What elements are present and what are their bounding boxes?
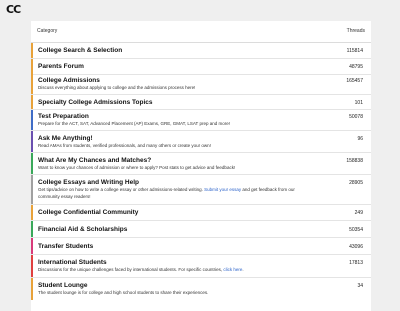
description-text-after: . xyxy=(242,267,244,272)
thread-count: 50354 xyxy=(349,227,363,233)
category-description: Discussions for the unique challenges fa… xyxy=(38,267,338,274)
category-title[interactable]: Financial Aid & Scholarships xyxy=(38,226,127,233)
category-color-bar xyxy=(31,74,33,94)
description-text: Discussions for the unique challenges fa… xyxy=(38,267,223,272)
category-row[interactable]: College Search & Selection 115814 xyxy=(31,43,371,59)
category-row[interactable]: Transfer Students 43096 xyxy=(31,238,371,255)
thread-count: 165457 xyxy=(346,78,363,84)
category-description: Get tips/advice on how to write a colleg… xyxy=(38,187,308,200)
category-title[interactable]: Parents Forum xyxy=(38,63,84,70)
category-title[interactable]: College Essays and Writing Help xyxy=(38,179,139,186)
submit-essay-link[interactable]: Submit your essay xyxy=(204,187,241,192)
thread-count: 28905 xyxy=(349,180,363,186)
category-description: Discuss everything about applying to col… xyxy=(38,85,196,90)
category-title[interactable]: College Search & Selection xyxy=(38,47,122,54)
click-here-link[interactable]: click here xyxy=(223,267,242,272)
category-row[interactable]: College Essays and Writing Help Get tips… xyxy=(31,175,371,205)
column-header-category: Category xyxy=(37,28,58,34)
table-header: Category Threads xyxy=(31,21,371,43)
category-title[interactable]: Specialty College Admissions Topics xyxy=(38,99,153,106)
category-title[interactable]: International Students xyxy=(38,259,107,266)
category-title[interactable]: What Are My Chances and Matches? xyxy=(38,157,151,164)
thread-count: 43096 xyxy=(349,244,363,250)
category-title[interactable]: Test Preparation xyxy=(38,113,89,120)
thread-count: 101 xyxy=(354,100,363,106)
category-color-bar xyxy=(31,59,33,74)
thread-count: 48795 xyxy=(349,64,363,70)
category-description: Read AMAs from students, verified profes… xyxy=(38,143,211,148)
thread-count: 34 xyxy=(357,283,363,289)
description-text: Get tips/advice on how to write a colleg… xyxy=(38,187,203,192)
category-color-bar xyxy=(31,110,33,130)
category-color-bar xyxy=(31,255,33,277)
category-title[interactable]: Ask Me Anything! xyxy=(38,135,93,142)
category-row[interactable]: Parents Forum 48795 xyxy=(31,59,371,75)
category-row[interactable]: What Are My Chances and Matches? Want to… xyxy=(31,153,371,175)
top-bar: CC xyxy=(0,0,400,20)
category-title[interactable]: Transfer Students xyxy=(38,243,93,250)
category-row[interactable]: Specialty College Admissions Topics 101 xyxy=(31,95,371,110)
category-color-bar xyxy=(31,175,33,204)
category-row[interactable]: College Admissions Discuss everything ab… xyxy=(31,74,371,95)
thread-count: 17813 xyxy=(349,260,363,266)
category-color-bar xyxy=(31,153,33,174)
column-header-threads: Threads xyxy=(346,28,365,34)
thread-count: 96 xyxy=(357,136,363,142)
category-row[interactable]: Ask Me Anything! Read AMAs from students… xyxy=(31,131,371,153)
category-title[interactable]: Student Lounge xyxy=(38,282,87,289)
category-color-bar xyxy=(31,95,33,109)
category-color-bar xyxy=(31,278,33,300)
category-row[interactable]: Financial Aid & Scholarships 50354 xyxy=(31,221,371,238)
thread-count: 249 xyxy=(354,210,363,216)
category-row[interactable]: International Students Discussions for t… xyxy=(31,255,371,278)
category-color-bar xyxy=(31,205,33,220)
category-color-bar xyxy=(31,131,33,152)
site-logo[interactable]: CC xyxy=(6,3,21,16)
category-color-bar xyxy=(31,238,33,254)
category-description: Want to know your chances of admission o… xyxy=(38,165,236,170)
thread-count: 50078 xyxy=(349,114,363,120)
category-row[interactable]: Student Lounge The student lounge is for… xyxy=(31,278,371,300)
category-description: Prepare for the ACT, SAT, Advanced Place… xyxy=(38,121,230,126)
category-title[interactable]: College Confidential Community xyxy=(38,209,138,216)
category-table: Category Threads College Search & Select… xyxy=(31,21,371,311)
category-color-bar xyxy=(31,221,33,237)
category-color-bar xyxy=(31,43,33,58)
thread-count: 115814 xyxy=(346,48,363,54)
category-title[interactable]: College Admissions xyxy=(38,77,100,84)
category-row[interactable]: College Confidential Community 249 xyxy=(31,205,371,221)
thread-count: 158838 xyxy=(346,158,363,164)
category-row[interactable]: Test Preparation Prepare for the ACT, SA… xyxy=(31,110,371,131)
